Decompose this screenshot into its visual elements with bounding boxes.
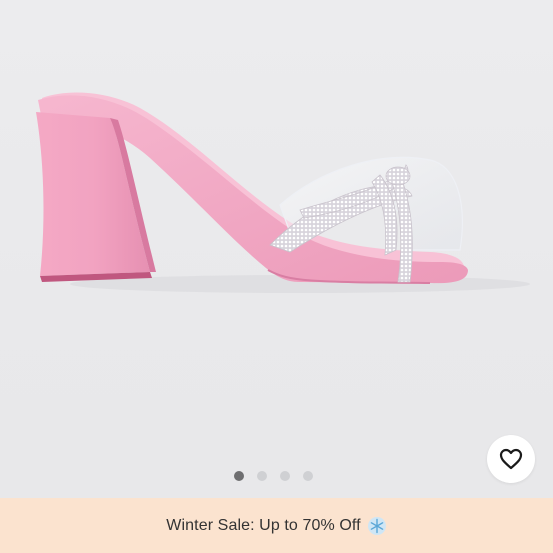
carousel-dot-1[interactable] [234,471,244,481]
favorite-button[interactable] [487,435,535,483]
carousel-dot-2[interactable] [257,471,267,481]
carousel-indicators [234,471,313,481]
product-image[interactable] [0,0,553,498]
carousel-dot-3[interactable] [280,471,290,481]
snowflake-icon [367,516,387,536]
promo-banner[interactable]: Winter Sale: Up to 70% Off [0,498,553,553]
product-gallery[interactable] [0,0,553,498]
carousel-dot-4[interactable] [303,471,313,481]
heart-outline-icon [499,448,523,470]
promo-text: Winter Sale: Up to 70% Off [166,516,361,534]
